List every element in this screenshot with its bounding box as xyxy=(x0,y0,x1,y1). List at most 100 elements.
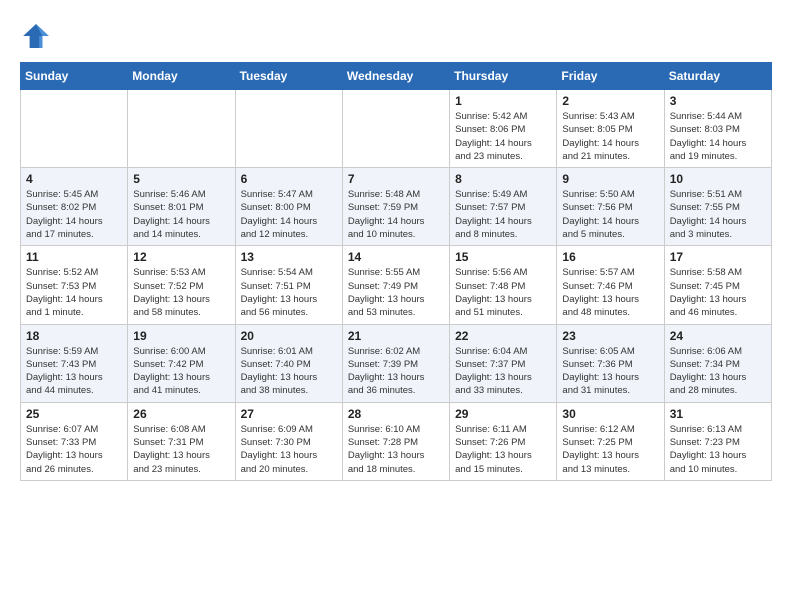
calendar-cell: 19Sunrise: 6:00 AM Sunset: 7:42 PM Dayli… xyxy=(128,324,235,402)
day-number: 18 xyxy=(26,329,122,343)
day-number: 2 xyxy=(562,94,658,108)
calendar-cell: 21 Sunrise: 6:02 AM Sunset: 7:39 PM Dayli… xyxy=(342,324,449,402)
calendar-cell: 2 Sunrise: 5:43 AM Sunset: 8:05 PM Daylig… xyxy=(557,90,664,168)
day-info: Sunrise: 5:42 AM Sunset: 8:06 PM Dayligh… xyxy=(455,110,551,163)
week-row-2: 4 Sunrise: 5:45 AM Sunset: 8:02 PM Daylig… xyxy=(21,168,772,246)
calendar-cell: 17 Sunrise: 5:58 AM Sunset: 7:45 PM Dayli… xyxy=(664,246,771,324)
day-header-monday: Monday xyxy=(128,63,235,90)
day-number: 19 xyxy=(133,329,229,343)
day-number: 22 xyxy=(455,329,551,343)
calendar-cell: 20Sunrise: 6:01 AM Sunset: 7:40 PM Dayli… xyxy=(235,324,342,402)
day-info: Sunrise: 6:10 AM Sunset: 7:28 PM Dayligh… xyxy=(348,423,444,476)
day-number: 17 xyxy=(670,250,766,264)
day-info: Sunrise: 5:45 AM Sunset: 8:02 PM Dayligh… xyxy=(26,188,122,241)
calendar-cell: 12 Sunrise: 5:53 AM Sunset: 7:52 PM Dayli… xyxy=(128,246,235,324)
day-header-thursday: Thursday xyxy=(450,63,557,90)
calendar-cell: 18 Sunrise: 5:59 AM Sunset: 7:43 PM Dayli… xyxy=(21,324,128,402)
day-number: 5 xyxy=(133,172,229,186)
day-info: Sunrise: 6:02 AM Sunset: 7:39 PM Dayligh… xyxy=(348,345,444,398)
day-info: Sunrise: 6:04 AM Sunset: 7:37 PM Dayligh… xyxy=(455,345,551,398)
day-info: Sunrise: 5:53 AM Sunset: 7:52 PM Dayligh… xyxy=(133,266,229,319)
calendar-header-row: SundayMondayTuesdayWednesdayThursdayFrid… xyxy=(21,63,772,90)
day-number: 14 xyxy=(348,250,444,264)
day-number: 29 xyxy=(455,407,551,421)
day-header-friday: Friday xyxy=(557,63,664,90)
day-number: 16 xyxy=(562,250,658,264)
calendar-cell: 28Sunrise: 6:10 AM Sunset: 7:28 PM Dayli… xyxy=(342,402,449,480)
week-row-4: 18 Sunrise: 5:59 AM Sunset: 7:43 PM Dayli… xyxy=(21,324,772,402)
day-number: 15 xyxy=(455,250,551,264)
logo xyxy=(20,20,56,52)
day-info: Sunrise: 5:57 AM Sunset: 7:46 PM Dayligh… xyxy=(562,266,658,319)
day-number: 23 xyxy=(562,329,658,343)
calendar-cell: 14Sunrise: 5:55 AM Sunset: 7:49 PM Dayli… xyxy=(342,246,449,324)
day-number: 24 xyxy=(670,329,766,343)
day-info: Sunrise: 5:56 AM Sunset: 7:48 PM Dayligh… xyxy=(455,266,551,319)
calendar-cell: 7Sunrise: 5:48 AM Sunset: 7:59 PM Daylig… xyxy=(342,168,449,246)
calendar-cell xyxy=(342,90,449,168)
day-number: 31 xyxy=(670,407,766,421)
calendar-cell: 30 Sunrise: 6:12 AM Sunset: 7:25 PM Dayli… xyxy=(557,402,664,480)
calendar-cell: 16 Sunrise: 5:57 AM Sunset: 7:46 PM Dayli… xyxy=(557,246,664,324)
day-number: 6 xyxy=(241,172,337,186)
day-number: 3 xyxy=(670,94,766,108)
day-info: Sunrise: 5:43 AM Sunset: 8:05 PM Dayligh… xyxy=(562,110,658,163)
day-info: Sunrise: 6:13 AM Sunset: 7:23 PM Dayligh… xyxy=(670,423,766,476)
day-info: Sunrise: 5:59 AM Sunset: 7:43 PM Dayligh… xyxy=(26,345,122,398)
calendar-cell: 23 Sunrise: 6:05 AM Sunset: 7:36 PM Dayli… xyxy=(557,324,664,402)
calendar-cell: 10Sunrise: 5:51 AM Sunset: 7:55 PM Dayli… xyxy=(664,168,771,246)
day-info: Sunrise: 6:12 AM Sunset: 7:25 PM Dayligh… xyxy=(562,423,658,476)
day-info: Sunrise: 5:50 AM Sunset: 7:56 PM Dayligh… xyxy=(562,188,658,241)
calendar-cell: 27Sunrise: 6:09 AM Sunset: 7:30 PM Dayli… xyxy=(235,402,342,480)
day-number: 21 xyxy=(348,329,444,343)
calendar-cell: 22 Sunrise: 6:04 AM Sunset: 7:37 PM Dayli… xyxy=(450,324,557,402)
calendar-cell: 6 Sunrise: 5:47 AM Sunset: 8:00 PM Daylig… xyxy=(235,168,342,246)
calendar-cell: 24 Sunrise: 6:06 AM Sunset: 7:34 PM Dayli… xyxy=(664,324,771,402)
day-number: 26 xyxy=(133,407,229,421)
day-info: Sunrise: 5:54 AM Sunset: 7:51 PM Dayligh… xyxy=(241,266,337,319)
day-number: 1 xyxy=(455,94,551,108)
calendar-cell xyxy=(235,90,342,168)
logo-icon xyxy=(20,20,52,52)
day-number: 9 xyxy=(562,172,658,186)
day-number: 30 xyxy=(562,407,658,421)
day-info: Sunrise: 5:44 AM Sunset: 8:03 PM Dayligh… xyxy=(670,110,766,163)
day-header-wednesday: Wednesday xyxy=(342,63,449,90)
day-info: Sunrise: 5:46 AM Sunset: 8:01 PM Dayligh… xyxy=(133,188,229,241)
calendar-cell: 31 Sunrise: 6:13 AM Sunset: 7:23 PM Dayli… xyxy=(664,402,771,480)
calendar-cell: 4 Sunrise: 5:45 AM Sunset: 8:02 PM Daylig… xyxy=(21,168,128,246)
day-number: 12 xyxy=(133,250,229,264)
day-info: Sunrise: 6:05 AM Sunset: 7:36 PM Dayligh… xyxy=(562,345,658,398)
week-row-3: 11 Sunrise: 5:52 AM Sunset: 7:53 PM Dayli… xyxy=(21,246,772,324)
day-number: 20 xyxy=(241,329,337,343)
day-info: Sunrise: 6:09 AM Sunset: 7:30 PM Dayligh… xyxy=(241,423,337,476)
day-info: Sunrise: 5:52 AM Sunset: 7:53 PM Dayligh… xyxy=(26,266,122,319)
day-info: Sunrise: 6:11 AM Sunset: 7:26 PM Dayligh… xyxy=(455,423,551,476)
day-header-sunday: Sunday xyxy=(21,63,128,90)
calendar-table: SundayMondayTuesdayWednesdayThursdayFrid… xyxy=(20,62,772,481)
day-number: 8 xyxy=(455,172,551,186)
calendar-cell: 9 Sunrise: 5:50 AM Sunset: 7:56 PM Daylig… xyxy=(557,168,664,246)
calendar-cell: 13 Sunrise: 5:54 AM Sunset: 7:51 PM Dayli… xyxy=(235,246,342,324)
day-header-tuesday: Tuesday xyxy=(235,63,342,90)
week-row-1: 1 Sunrise: 5:42 AM Sunset: 8:06 PM Daylig… xyxy=(21,90,772,168)
day-number: 25 xyxy=(26,407,122,421)
day-info: Sunrise: 5:58 AM Sunset: 7:45 PM Dayligh… xyxy=(670,266,766,319)
day-info: Sunrise: 5:51 AM Sunset: 7:55 PM Dayligh… xyxy=(670,188,766,241)
calendar-cell: 1 Sunrise: 5:42 AM Sunset: 8:06 PM Daylig… xyxy=(450,90,557,168)
day-header-saturday: Saturday xyxy=(664,63,771,90)
day-number: 7 xyxy=(348,172,444,186)
day-number: 13 xyxy=(241,250,337,264)
calendar-cell: 8Sunrise: 5:49 AM Sunset: 7:57 PM Daylig… xyxy=(450,168,557,246)
calendar-cell xyxy=(21,90,128,168)
calendar-cell: 15 Sunrise: 5:56 AM Sunset: 7:48 PM Dayli… xyxy=(450,246,557,324)
day-info: Sunrise: 6:06 AM Sunset: 7:34 PM Dayligh… xyxy=(670,345,766,398)
calendar-cell: 26Sunrise: 6:08 AM Sunset: 7:31 PM Dayli… xyxy=(128,402,235,480)
day-info: Sunrise: 6:07 AM Sunset: 7:33 PM Dayligh… xyxy=(26,423,122,476)
day-number: 4 xyxy=(26,172,122,186)
calendar-cell: 29 Sunrise: 6:11 AM Sunset: 7:26 PM Dayli… xyxy=(450,402,557,480)
page-header xyxy=(20,20,772,52)
calendar-cell: 25 Sunrise: 6:07 AM Sunset: 7:33 PM Dayli… xyxy=(21,402,128,480)
day-number: 11 xyxy=(26,250,122,264)
day-info: Sunrise: 5:47 AM Sunset: 8:00 PM Dayligh… xyxy=(241,188,337,241)
